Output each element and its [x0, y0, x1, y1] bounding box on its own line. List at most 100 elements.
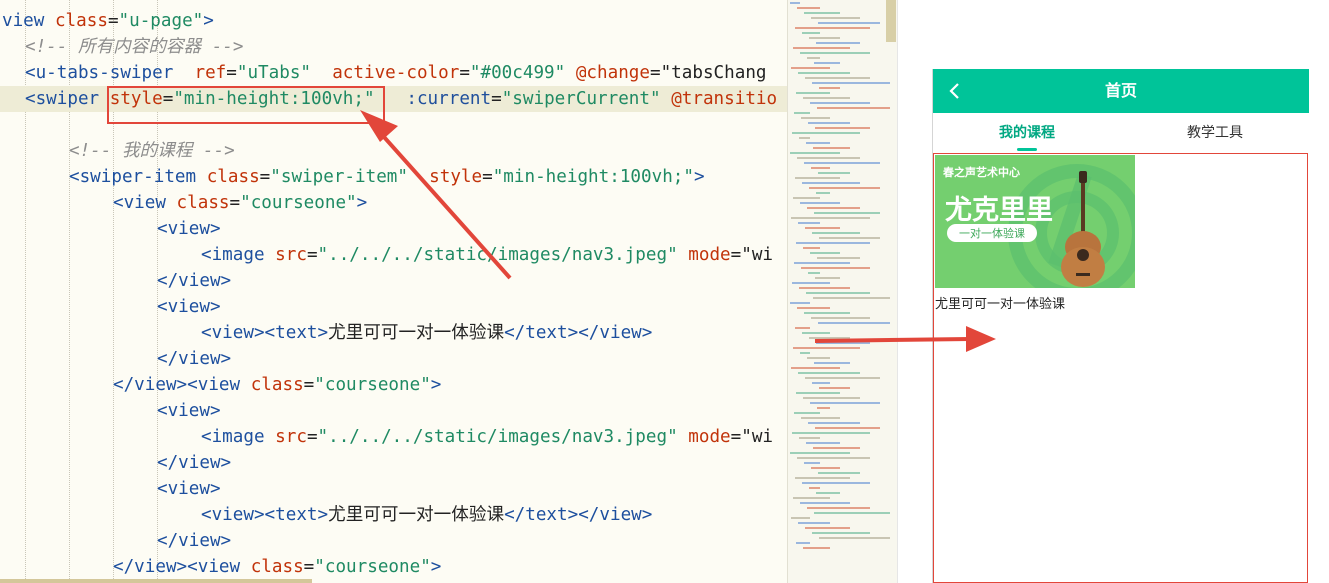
code-token: =	[259, 167, 271, 187]
banner-brand: 春之声艺术中心	[943, 165, 1020, 179]
minimap-line	[801, 267, 870, 269]
minimap-line	[806, 142, 830, 144]
minimap-scroll-thumb[interactable]	[886, 0, 896, 42]
code-token: class	[165, 193, 230, 213]
minimap-line	[802, 32, 820, 34]
minimap-line	[800, 502, 850, 504]
minimap-line	[819, 387, 850, 389]
minimap-line	[805, 527, 850, 529]
code-token: "uTabs"	[236, 63, 312, 83]
minimap-line	[796, 242, 870, 244]
minimap-line	[795, 27, 870, 29]
code-token: </view><view	[113, 375, 241, 395]
code-token: <view>	[157, 479, 221, 499]
minimap-line	[819, 237, 880, 239]
minimap-line	[793, 47, 850, 49]
code-token: "u-page"	[118, 11, 204, 31]
minimap-line	[799, 437, 820, 439]
minimap-line	[808, 272, 820, 274]
tab-my-courses[interactable]: 我的课程	[933, 113, 1121, 153]
minimap-line	[811, 317, 870, 319]
minimap-line	[800, 352, 810, 354]
code-token: </text></view>	[504, 505, 653, 525]
tab-teaching-tools[interactable]: 教学工具	[1121, 113, 1309, 153]
minimap-line	[793, 197, 820, 199]
minimap-line	[816, 42, 860, 44]
horizontal-scrollbar[interactable]	[0, 579, 312, 583]
minimap-line	[797, 157, 860, 159]
minimap-line	[793, 497, 830, 499]
course-image[interactable]: 春之声艺术中心 尤克里里 一对一体验课	[935, 155, 1135, 288]
minimap-line	[809, 337, 850, 339]
minimap-line	[790, 152, 840, 154]
code-token: "swiper-item"	[270, 167, 408, 187]
code-token: @change	[565, 63, 650, 83]
code-token: >	[430, 375, 442, 395]
minimap-line	[805, 77, 870, 79]
minimap[interactable]	[787, 0, 898, 583]
minimap-line	[810, 402, 880, 404]
minimap-line	[803, 247, 820, 249]
code-token: >	[693, 167, 705, 187]
pane-divider	[897, 0, 898, 583]
code-token: class	[196, 167, 260, 187]
code-token: "courseone"	[314, 375, 431, 395]
code-token: ="wi	[730, 245, 774, 265]
code-token: </view>	[157, 349, 232, 369]
minimap-line	[790, 2, 800, 4]
code-token: <view>	[157, 219, 221, 239]
minimap-line	[796, 542, 810, 544]
minimap-line	[816, 492, 840, 494]
banner-badge: 一对一体验课	[959, 226, 1025, 240]
minimap-line	[796, 92, 830, 94]
minimap-line	[816, 192, 830, 194]
minimap-line	[793, 347, 860, 349]
minimap-line	[819, 537, 890, 539]
nav-bar: 首页	[933, 69, 1309, 113]
code-token: <swiper-item	[69, 167, 197, 187]
minimap-line	[814, 62, 840, 64]
swiper-content[interactable]: 春之声艺术中心 尤克里里 一对一体验课 尤里可可一对一体验课	[933, 153, 1308, 583]
code-token: =	[491, 89, 502, 109]
code-token: <view><text>	[201, 505, 329, 525]
minimap-line	[791, 367, 840, 369]
minimap-line	[804, 462, 820, 464]
minimap-line	[807, 507, 870, 509]
minimap-line	[819, 87, 840, 89]
minimap-line	[798, 372, 860, 374]
minimap-line	[801, 417, 840, 419]
minimap-line	[813, 147, 850, 149]
minimap-line	[800, 202, 840, 204]
minimap-line	[803, 547, 830, 549]
minimap-line	[816, 342, 870, 344]
code-token: =	[229, 193, 241, 213]
minimap-line	[796, 392, 840, 394]
code-token: <image	[201, 427, 265, 447]
code-token: <view><text>	[201, 323, 329, 343]
code-token: </view><view	[113, 557, 241, 577]
minimap-line	[795, 477, 850, 479]
minimap-line	[815, 127, 870, 129]
code-token: active-color	[311, 63, 460, 83]
minimap-line	[794, 262, 850, 264]
minimap-line	[798, 222, 820, 224]
ukulele-course-banner: 春之声艺术中心 尤克里里 一对一体验课	[935, 155, 1135, 288]
code-token: =	[226, 63, 237, 83]
minimap-line	[807, 357, 830, 359]
code-token: src	[264, 245, 307, 265]
minimap-line	[818, 22, 880, 24]
minimap-line	[807, 207, 860, 209]
minimap-line	[802, 332, 830, 334]
code-token: </view>	[157, 453, 232, 473]
course-title[interactable]: 尤里可可一对一体验课	[935, 293, 1065, 312]
minimap-line	[801, 117, 830, 119]
minimap-line	[791, 67, 830, 69]
code-token: style	[407, 167, 483, 187]
code-token: "courseone"	[314, 557, 431, 577]
minimap-line	[818, 322, 890, 324]
code-token: "courseone"	[240, 193, 357, 213]
code-token: <image	[201, 245, 265, 265]
code-token: mode	[677, 245, 731, 265]
code-token: 尤里可可一对一体验课	[328, 505, 505, 525]
